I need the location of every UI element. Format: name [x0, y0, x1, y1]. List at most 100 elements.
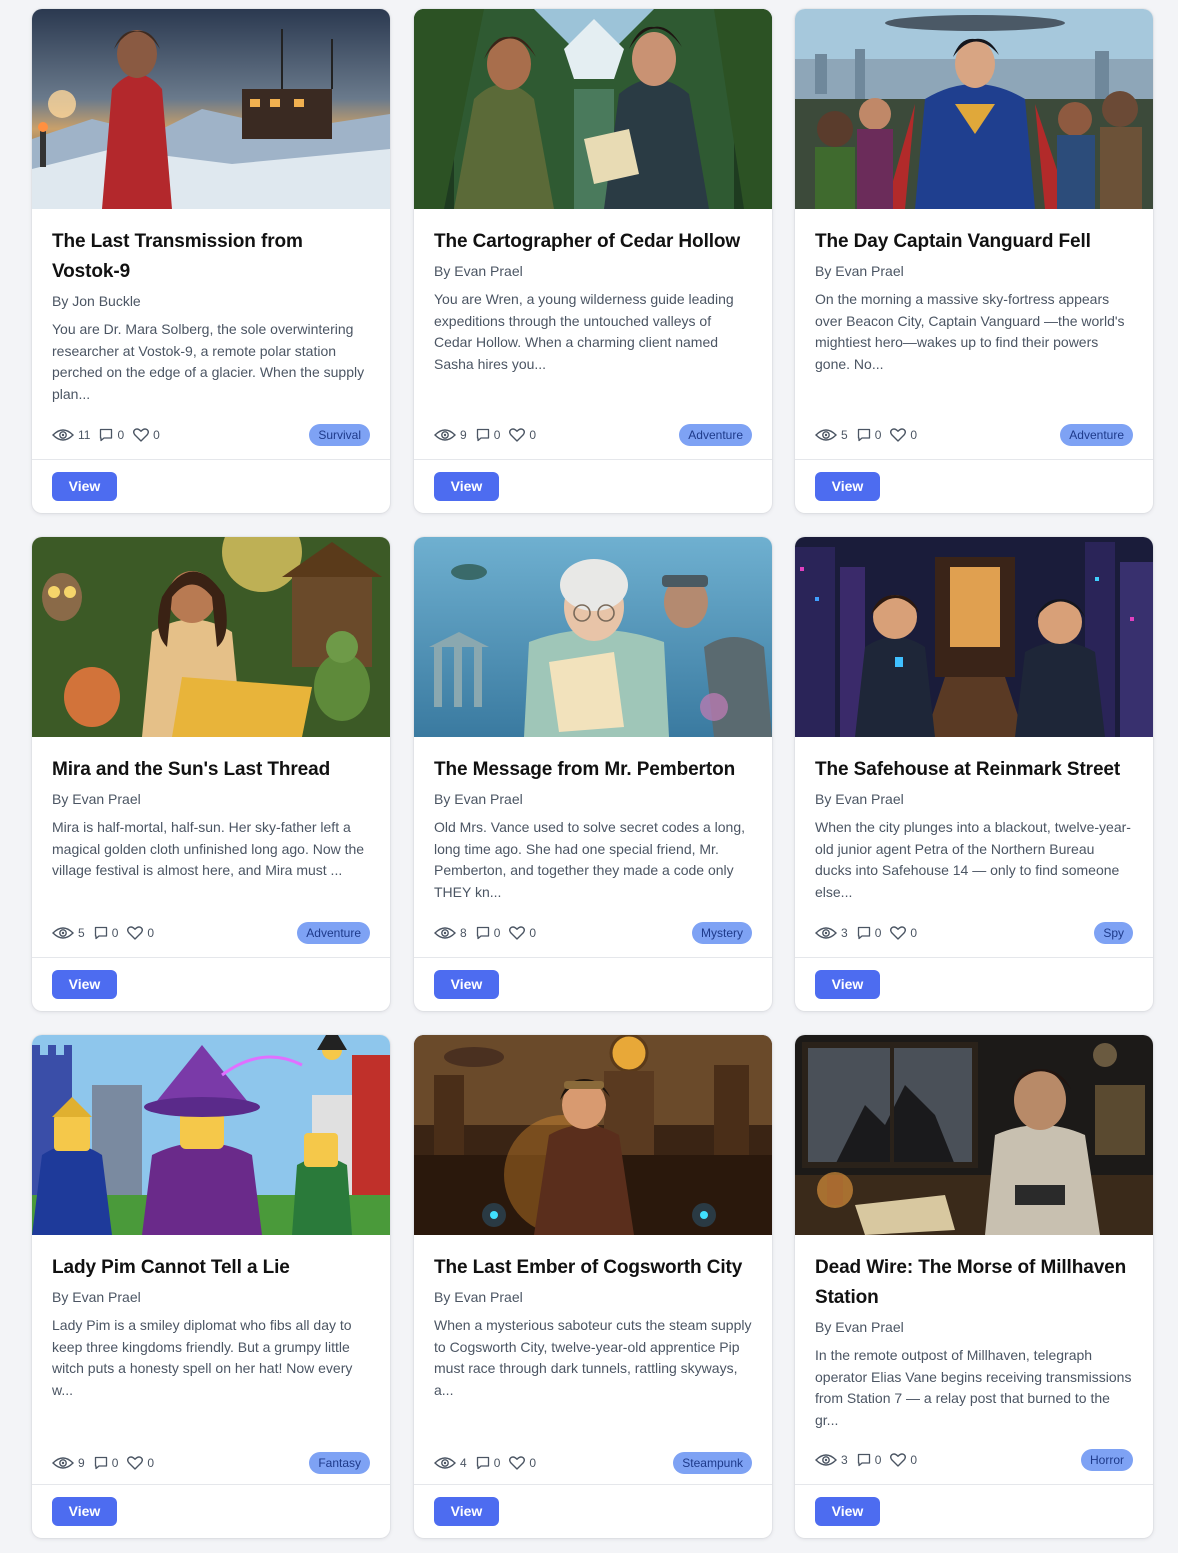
genre-tag[interactable]: Survival [309, 424, 370, 446]
comments-count: 0 [94, 926, 118, 940]
likes-count[interactable]: 0 [890, 926, 917, 940]
eye-icon [815, 1454, 837, 1466]
likes-count[interactable]: 0 [890, 1453, 917, 1467]
view-button[interactable]: View [815, 970, 880, 999]
comments-count: 0 [857, 1453, 881, 1467]
heart-icon [509, 428, 526, 442]
divider [414, 1484, 772, 1485]
story-title[interactable]: The Day Captain Vanguard Fell [815, 227, 1133, 257]
story-title[interactable]: Lady Pim Cannot Tell a Lie [52, 1253, 370, 1283]
story-description: You are Wren, a young wilderness guide l… [434, 291, 734, 372]
story-title[interactable]: The Message from Mr. Pemberton [434, 755, 752, 785]
story-cover-image[interactable] [795, 9, 1153, 209]
divider [32, 1484, 390, 1485]
comment-icon [857, 428, 870, 442]
story-grid: The Last Transmission from Vostok-9 By J… [0, 0, 1178, 1553]
story-author: By Evan Prael [434, 263, 523, 279]
comments-count: 0 [476, 428, 500, 442]
story-cover-image[interactable] [795, 537, 1153, 737]
views-count: 3 [815, 926, 848, 940]
story-title[interactable]: The Last Transmission from Vostok-9 [52, 227, 370, 287]
genre-tag[interactable]: Mystery [692, 922, 752, 944]
story-cover-image[interactable] [32, 1035, 390, 1235]
comment-icon [857, 1453, 870, 1467]
genre-tag[interactable]: Adventure [297, 922, 370, 944]
comment-icon [857, 926, 870, 940]
view-button[interactable]: View [815, 1497, 880, 1526]
eye-icon [434, 1457, 456, 1469]
story-title[interactable]: The Safehouse at Reinmark Street [815, 755, 1133, 785]
comment-icon [476, 926, 489, 940]
story-description: When the city plunges into a blackout, t… [815, 819, 1131, 900]
story-card: The Day Captain Vanguard Fell By Evan Pr… [795, 9, 1153, 513]
story-author: By Evan Prael [815, 263, 904, 279]
story-card: Dead Wire: The Morse of Millhaven Statio… [795, 1035, 1153, 1538]
story-title[interactable]: Mira and the Sun's Last Thread [52, 755, 370, 785]
view-button[interactable]: View [434, 970, 499, 999]
likes-count[interactable]: 0 [890, 428, 917, 442]
likes-count[interactable]: 0 [127, 1456, 154, 1470]
heart-icon [133, 428, 150, 442]
views-count: 5 [52, 926, 85, 940]
views-count: 5 [815, 428, 848, 442]
heart-icon [509, 1456, 526, 1470]
views-count: 9 [434, 428, 467, 442]
story-stats: 9 0 0 Adventure [434, 424, 752, 446]
divider [32, 459, 390, 460]
heart-icon [890, 926, 907, 940]
likes-count[interactable]: 0 [509, 926, 536, 940]
likes-count[interactable]: 0 [133, 428, 160, 442]
story-description: Old Mrs. Vance used to solve secret code… [434, 819, 746, 900]
comment-icon [100, 428, 113, 442]
comments-count: 0 [94, 1456, 118, 1470]
story-title[interactable]: The Last Ember of Cogsworth City [434, 1253, 752, 1283]
likes-count[interactable]: 0 [509, 1456, 536, 1470]
views-count: 3 [815, 1453, 848, 1467]
genre-tag[interactable]: Steampunk [673, 1452, 752, 1474]
story-stats: 3 0 0 Horror [815, 1449, 1133, 1471]
story-card: Lady Pim Cannot Tell a Lie By Evan Prael… [32, 1035, 390, 1538]
story-cover-image[interactable] [795, 1035, 1153, 1235]
story-title[interactable]: Dead Wire: The Morse of Millhaven Statio… [815, 1253, 1133, 1313]
heart-icon [890, 428, 907, 442]
story-author: By Evan Prael [52, 1289, 141, 1305]
story-stats: 8 0 0 Mystery [434, 922, 752, 944]
view-button[interactable]: View [434, 1497, 499, 1526]
view-button[interactable]: View [52, 1497, 117, 1526]
story-author: By Evan Prael [434, 791, 523, 807]
story-cover-image[interactable] [32, 537, 390, 737]
genre-tag[interactable]: Spy [1094, 922, 1133, 944]
view-button[interactable]: View [52, 970, 117, 999]
divider [414, 459, 772, 460]
genre-tag[interactable]: Adventure [679, 424, 752, 446]
genre-tag[interactable]: Fantasy [309, 1452, 370, 1474]
story-cover-image[interactable] [414, 9, 772, 209]
view-button[interactable]: View [52, 472, 117, 501]
genre-tag[interactable]: Adventure [1060, 424, 1133, 446]
comment-icon [476, 428, 489, 442]
eye-icon [815, 927, 837, 939]
comments-count: 0 [857, 428, 881, 442]
story-cover-image[interactable] [32, 9, 390, 209]
story-cover-image[interactable] [414, 1035, 772, 1235]
story-description: In the remote outpost of Millhaven, tele… [815, 1347, 1132, 1428]
divider [414, 957, 772, 958]
heart-icon [509, 926, 526, 940]
comments-count: 0 [476, 926, 500, 940]
story-stats: 5 0 0 Adventure [52, 922, 370, 944]
likes-count[interactable]: 0 [127, 926, 154, 940]
view-button[interactable]: View [815, 472, 880, 501]
divider [795, 957, 1153, 958]
story-stats: 11 0 0 Survival [52, 424, 370, 446]
genre-tag[interactable]: Horror [1080, 1449, 1133, 1471]
views-count: 11 [52, 428, 90, 442]
story-title[interactable]: The Cartographer of Cedar Hollow [434, 227, 752, 257]
story-author: By Evan Prael [434, 1289, 523, 1305]
story-stats: 4 0 0 Steampunk [434, 1452, 752, 1474]
likes-count[interactable]: 0 [509, 428, 536, 442]
story-stats: 9 0 0 Fantasy [52, 1452, 370, 1474]
story-cover-image[interactable] [414, 537, 772, 737]
eye-icon [52, 1457, 74, 1469]
story-card: The Last Ember of Cogsworth City By Evan… [414, 1035, 772, 1538]
view-button[interactable]: View [434, 472, 499, 501]
